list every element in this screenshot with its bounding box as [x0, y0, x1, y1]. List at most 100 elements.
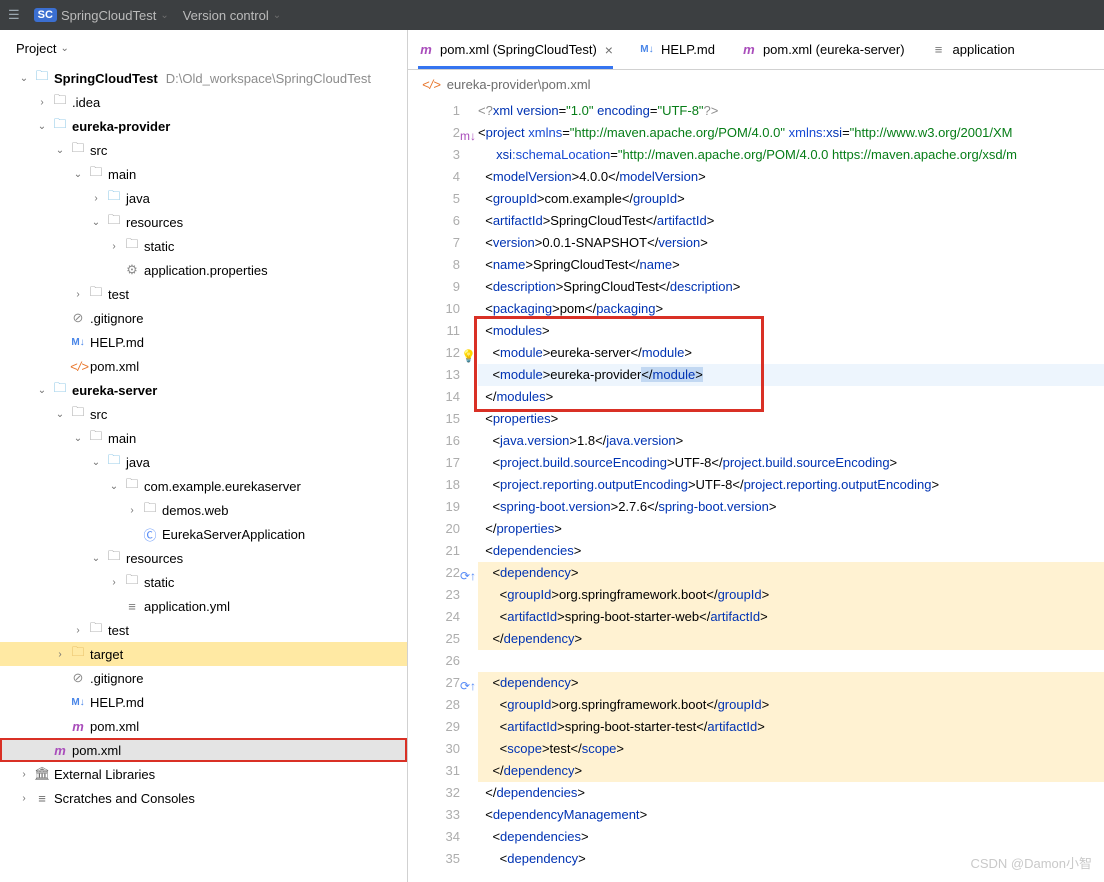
tab-help-md[interactable]: M↓HELP.md [639, 30, 715, 69]
code-line-19[interactable]: <spring-boot.version>2.7.6</spring-boot.… [478, 496, 1104, 518]
tree-arrow[interactable] [72, 625, 84, 636]
code-line-10[interactable]: <packaging>pom</packaging> [478, 298, 1104, 320]
code-line-14[interactable]: </modules> [478, 386, 1104, 408]
tree-item--gitignore[interactable]: ⊘.gitignore [0, 306, 407, 330]
code-line-21[interactable]: <dependencies> [478, 540, 1104, 562]
tree-item-target[interactable]: 🗀target [0, 642, 407, 666]
tree-item-external-libraries[interactable]: 🏛External Libraries [0, 762, 407, 786]
close-icon[interactable]: × [605, 42, 613, 58]
breadcrumb[interactable]: </> eureka-provider\pom.xml [408, 70, 1104, 98]
code-line-16[interactable]: <java.version>1.8</java.version> [478, 430, 1104, 452]
tree-arrow[interactable] [72, 289, 84, 300]
tree-arrow[interactable] [126, 505, 138, 516]
tree-arrow[interactable] [90, 217, 102, 228]
project-selector[interactable]: SC SpringCloudTest ⌄ [34, 8, 169, 23]
code-line-33[interactable]: <dependencyManagement> [478, 804, 1104, 826]
code-line-30[interactable]: <scope>test</scope> [478, 738, 1104, 760]
tree-arrow[interactable] [90, 193, 102, 204]
code-body[interactable]: <?xml version="1.0" encoding="UTF-8"?><p… [478, 98, 1104, 882]
tree-item--gitignore[interactable]: ⊘.gitignore [0, 666, 407, 690]
tree-arrow[interactable] [54, 145, 66, 156]
project-tree[interactable]: 🗀SpringCloudTestD:\Old_workspace\SpringC… [0, 66, 407, 882]
code-line-6[interactable]: <artifactId>SpringCloudTest</artifactId> [478, 210, 1104, 232]
code-line-25[interactable]: </dependency> [478, 628, 1104, 650]
code-line-17[interactable]: <project.build.sourceEncoding>UTF-8</pro… [478, 452, 1104, 474]
tree-item-application-yml[interactable]: ≡application.yml [0, 594, 407, 618]
tree-item-pom-xml[interactable]: mpom.xml [0, 738, 407, 762]
tree-item-src[interactable]: 🗀src [0, 138, 407, 162]
tree-item-static[interactable]: 🗀static [0, 570, 407, 594]
code-line-28[interactable]: <groupId>org.springframework.boot</group… [478, 694, 1104, 716]
tab-application[interactable]: ≡application [931, 30, 1015, 69]
tree-arrow[interactable] [90, 553, 102, 564]
code-line-31[interactable]: </dependency> [478, 760, 1104, 782]
code-line-8[interactable]: <name>SpringCloudTest</name> [478, 254, 1104, 276]
tree-arrow[interactable] [108, 577, 120, 588]
vc-selector[interactable]: Version control ⌄ [183, 8, 281, 23]
tree-item-java[interactable]: 🗀java [0, 186, 407, 210]
code-line-7[interactable]: <version>0.0.1-SNAPSHOT</version> [478, 232, 1104, 254]
gutter[interactable]: 12m↓3456789101112💡13141516171819202122⟳↑… [408, 98, 478, 882]
tree-item-resources[interactable]: 🗀resources [0, 546, 407, 570]
code-line-3[interactable]: xsi:schemaLocation="http://maven.apache.… [478, 144, 1104, 166]
tree-item-application-properties[interactable]: ⚙application.properties [0, 258, 407, 282]
code-line-26[interactable] [478, 650, 1104, 672]
tree-item-scratches-and-consoles[interactable]: ≡Scratches and Consoles [0, 786, 407, 810]
tree-arrow[interactable] [18, 793, 30, 804]
tree-item-pom-xml[interactable]: mpom.xml [0, 714, 407, 738]
tree-arrow[interactable] [54, 649, 66, 660]
code-line-29[interactable]: <artifactId>spring-boot-starter-test</ar… [478, 716, 1104, 738]
tab-pom-xml--eureka-server-[interactable]: mpom.xml (eureka-server) [741, 30, 905, 69]
sidebar-header[interactable]: Project ⌄ [0, 30, 407, 66]
tree-item-eurekaserverapplication[interactable]: ⒸEurekaServerApplication [0, 522, 407, 546]
code-line-24[interactable]: <artifactId>spring-boot-starter-web</art… [478, 606, 1104, 628]
code-line-9[interactable]: <description>SpringCloudTest</descriptio… [478, 276, 1104, 298]
tree-arrow[interactable] [72, 169, 84, 180]
tree-item-test[interactable]: 🗀test [0, 618, 407, 642]
tree-item-pom-xml[interactable]: </>pom.xml [0, 354, 407, 378]
code-line-20[interactable]: </properties> [478, 518, 1104, 540]
tree-arrow[interactable] [108, 241, 120, 252]
tree-item-src[interactable]: 🗀src [0, 402, 407, 426]
tree-item-com-example-eurekaserver[interactable]: 🗀com.example.eurekaserver [0, 474, 407, 498]
tree-item-static[interactable]: 🗀static [0, 234, 407, 258]
code-line-32[interactable]: </dependencies> [478, 782, 1104, 804]
tree-item-springcloudtest[interactable]: 🗀SpringCloudTestD:\Old_workspace\SpringC… [0, 66, 407, 90]
code-line-12[interactable]: <module>eureka-server</module> [478, 342, 1104, 364]
tab-pom-xml--springcloudtest-[interactable]: mpom.xml (SpringCloudTest)× [418, 30, 613, 69]
tree-arrow[interactable] [54, 409, 66, 420]
tree-arrow[interactable] [36, 121, 48, 132]
code-line-18[interactable]: <project.reporting.outputEncoding>UTF-8<… [478, 474, 1104, 496]
tree-item-eureka-server[interactable]: 🗀eureka-server [0, 378, 407, 402]
tree-item-main[interactable]: 🗀main [0, 162, 407, 186]
tree-item-help-md[interactable]: M↓HELP.md [0, 690, 407, 714]
code-line-22[interactable]: <dependency> [478, 562, 1104, 584]
tree-item-java[interactable]: 🗀java [0, 450, 407, 474]
tree-item-resources[interactable]: 🗀resources [0, 210, 407, 234]
tree-arrow[interactable] [18, 769, 30, 780]
code-line-15[interactable]: <properties> [478, 408, 1104, 430]
tree-item-help-md[interactable]: M↓HELP.md [0, 330, 407, 354]
code-line-23[interactable]: <groupId>org.springframework.boot</group… [478, 584, 1104, 606]
code-line-1[interactable]: <?xml version="1.0" encoding="UTF-8"?> [478, 100, 1104, 122]
tree-arrow[interactable] [72, 433, 84, 444]
code-line-34[interactable]: <dependencies> [478, 826, 1104, 848]
tree-arrow[interactable] [36, 97, 48, 108]
tree-item-test[interactable]: 🗀test [0, 282, 407, 306]
code-line-13[interactable]: <module>eureka-provider</module> [478, 364, 1104, 386]
tree-item--idea[interactable]: 🗀.idea [0, 90, 407, 114]
tree-item-eureka-provider[interactable]: 🗀eureka-provider [0, 114, 407, 138]
code-line-11[interactable]: <modules> [478, 320, 1104, 342]
code-line-27[interactable]: <dependency> [478, 672, 1104, 694]
tree-arrow[interactable] [18, 73, 30, 84]
tree-arrow[interactable] [108, 481, 120, 492]
code-line-5[interactable]: <groupId>com.example</groupId> [478, 188, 1104, 210]
tree-arrow[interactable] [90, 457, 102, 468]
code-editor[interactable]: 12m↓3456789101112💡13141516171819202122⟳↑… [408, 98, 1104, 882]
tree-arrow[interactable] [36, 385, 48, 396]
tree-item-demos-web[interactable]: 🗀demos.web [0, 498, 407, 522]
code-line-4[interactable]: <modelVersion>4.0.0</modelVersion> [478, 166, 1104, 188]
tree-item-main[interactable]: 🗀main [0, 426, 407, 450]
code-line-2[interactable]: <project xmlns="http://maven.apache.org/… [478, 122, 1104, 144]
menu-icon[interactable]: ☰ [8, 7, 20, 23]
